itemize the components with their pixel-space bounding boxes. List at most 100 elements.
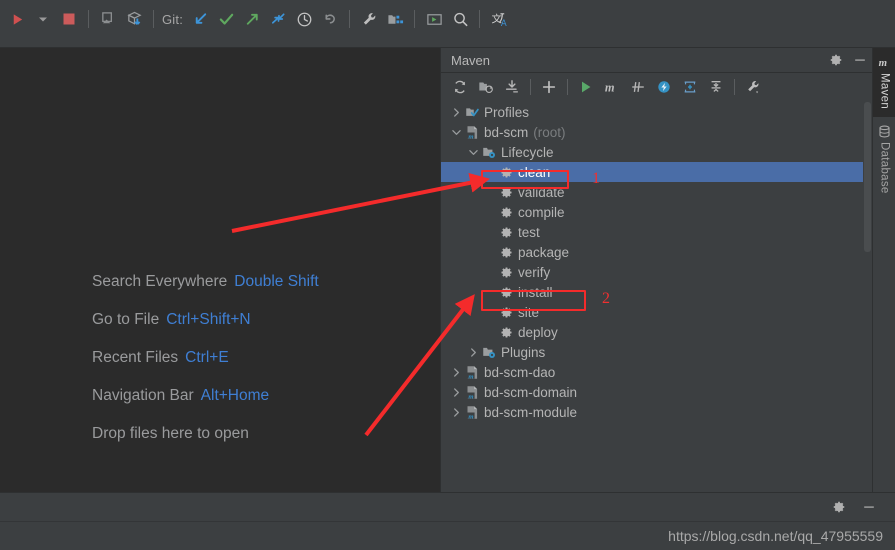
tree-scrollbar[interactable] bbox=[863, 102, 872, 492]
tree-row-compile[interactable]: compile bbox=[441, 202, 873, 222]
sidebar-item-database[interactable]: Database bbox=[873, 117, 895, 202]
generate-sources-icon[interactable] bbox=[473, 75, 499, 99]
watermark-url: https://blog.csdn.net/qq_47955559 bbox=[668, 528, 883, 544]
chevron-down-icon[interactable] bbox=[466, 148, 480, 157]
execute-maven-goal-icon[interactable]: m bbox=[599, 75, 625, 99]
sidebar-item-label: Maven bbox=[878, 73, 891, 110]
maven-tool-window: Maven m Profiles m bd-scm (root) Lifecyc… bbox=[440, 48, 873, 492]
search-icon[interactable] bbox=[447, 6, 473, 32]
tree-row-deploy[interactable]: deploy bbox=[441, 322, 873, 342]
hint-name: Navigation Bar bbox=[92, 387, 194, 404]
tree-row-test[interactable]: test bbox=[441, 222, 873, 242]
add-maven-project-icon[interactable] bbox=[536, 75, 562, 99]
git-pull-icon[interactable] bbox=[187, 6, 213, 32]
tree-row-bd-scm-domain[interactable]: m bd-scm-domain bbox=[441, 382, 873, 402]
goal-gear-icon bbox=[497, 326, 515, 339]
profiles-icon bbox=[463, 105, 481, 120]
chevron-right-icon[interactable] bbox=[449, 107, 463, 117]
tree-row-plugins[interactable]: Plugins bbox=[441, 342, 873, 362]
sidebar-item-maven[interactable]: m Maven bbox=[873, 48, 895, 118]
tree-row-bd-scm-dao[interactable]: m bd-scm-dao bbox=[441, 362, 873, 382]
tree-row-validate[interactable]: validate bbox=[441, 182, 873, 202]
git-commit-check-icon[interactable] bbox=[213, 6, 239, 32]
maven-settings-icon[interactable] bbox=[740, 75, 766, 99]
scrollbar-thumb[interactable] bbox=[864, 102, 871, 252]
toggle-offline-icon[interactable] bbox=[651, 75, 677, 99]
collapse-all-icon[interactable] bbox=[703, 75, 729, 99]
toggle-skip-tests-icon[interactable] bbox=[625, 75, 651, 99]
git-history-clock-icon[interactable] bbox=[291, 6, 317, 32]
undo-icon[interactable] bbox=[317, 6, 343, 32]
tree-row-clean[interactable]: clean bbox=[441, 162, 873, 182]
tree-row-label: validate bbox=[518, 184, 565, 200]
hint-name: Drop files here to open bbox=[92, 425, 249, 442]
tree-row-package[interactable]: package bbox=[441, 242, 873, 262]
svg-text:A: A bbox=[501, 19, 507, 28]
database-icon bbox=[877, 122, 892, 140]
chevron-down-icon[interactable] bbox=[449, 128, 463, 137]
tree-row-lifecycle[interactable]: Lifecycle bbox=[441, 142, 873, 162]
download-sources-icon[interactable] bbox=[499, 75, 525, 99]
goal-gear-icon bbox=[497, 206, 515, 219]
hint-key: Alt+Home bbox=[200, 387, 270, 404]
maven-module-icon: m bbox=[463, 125, 481, 140]
chevron-right-icon[interactable] bbox=[466, 347, 480, 357]
chevron-right-icon[interactable] bbox=[449, 387, 463, 397]
list-item: Drop files here to open bbox=[92, 425, 319, 443]
tree-row-label: test bbox=[518, 224, 540, 240]
svg-text:m: m bbox=[468, 393, 473, 400]
tree-row-install[interactable]: install bbox=[441, 282, 873, 302]
run-config-dropdown-icon[interactable] bbox=[30, 6, 56, 32]
tree-row-label: bd-scm-module bbox=[484, 404, 578, 420]
tree-row-bd-scm[interactable]: m bd-scm (root) bbox=[441, 122, 873, 142]
git-push-icon[interactable] bbox=[239, 6, 265, 32]
run-icon[interactable] bbox=[4, 6, 30, 32]
settings-wrench-icon[interactable] bbox=[356, 6, 382, 32]
tree-row-label: deploy bbox=[518, 324, 558, 340]
editor-empty-area: Search Everywhere Double Shift Go to File… bbox=[0, 48, 440, 492]
run-maven-build-icon[interactable] bbox=[573, 75, 599, 99]
goal-gear-icon bbox=[497, 186, 515, 199]
main-toolbar: Git: 文 A bbox=[0, 0, 895, 38]
chevron-right-icon[interactable] bbox=[449, 407, 463, 417]
stop-icon[interactable] bbox=[56, 6, 82, 32]
toolbar-separator bbox=[88, 10, 89, 28]
svg-text:m: m bbox=[468, 413, 473, 420]
maven-project-tree[interactable]: Profiles m bd-scm (root) Lifecycle clean valid… bbox=[441, 102, 873, 492]
gear-icon[interactable] bbox=[824, 49, 848, 71]
bottom-tool-bar bbox=[0, 492, 895, 521]
console-run-icon[interactable] bbox=[421, 6, 447, 32]
toolbar-separator bbox=[349, 10, 351, 28]
svg-text:m: m bbox=[468, 133, 473, 140]
project-structure-icon[interactable] bbox=[382, 6, 408, 32]
chevron-right-icon[interactable] bbox=[449, 367, 463, 377]
maven-module-icon: m bbox=[463, 385, 481, 400]
gear-icon[interactable] bbox=[827, 496, 851, 518]
show-dependencies-icon[interactable] bbox=[677, 75, 703, 99]
tree-row-bd-scm-module[interactable]: m bd-scm-module bbox=[441, 402, 873, 422]
translate-icon[interactable]: 文 A bbox=[486, 6, 512, 32]
toolbar-separator bbox=[479, 10, 481, 28]
svg-text:m: m bbox=[468, 373, 473, 380]
goal-gear-icon bbox=[497, 266, 515, 279]
tree-row-label: compile bbox=[518, 204, 565, 220]
folder-gear-icon bbox=[480, 345, 498, 360]
goal-gear-icon bbox=[497, 246, 515, 259]
update-project-icon[interactable] bbox=[95, 6, 121, 32]
tree-row-site[interactable]: site bbox=[441, 302, 873, 322]
reload-projects-icon[interactable] bbox=[447, 75, 473, 99]
minimize-icon[interactable] bbox=[848, 49, 872, 71]
git-revert-icon[interactable] bbox=[265, 6, 291, 32]
hint-key: Ctrl+Shift+N bbox=[166, 311, 251, 328]
minimize-icon[interactable] bbox=[857, 496, 881, 518]
tree-row-label: verify bbox=[518, 264, 551, 280]
tree-row-label: Plugins bbox=[501, 344, 546, 360]
list-item: Search Everywhere Double Shift bbox=[92, 273, 319, 291]
svg-text:m: m bbox=[879, 56, 887, 68]
tree-row-profiles[interactable]: Profiles bbox=[441, 102, 873, 122]
hint-name: Go to File bbox=[92, 311, 160, 328]
package-download-icon[interactable] bbox=[121, 6, 147, 32]
tree-row-verify[interactable]: verify bbox=[441, 262, 873, 282]
page-title: Maven bbox=[451, 52, 491, 68]
tree-row-label: bd-scm bbox=[484, 124, 529, 140]
